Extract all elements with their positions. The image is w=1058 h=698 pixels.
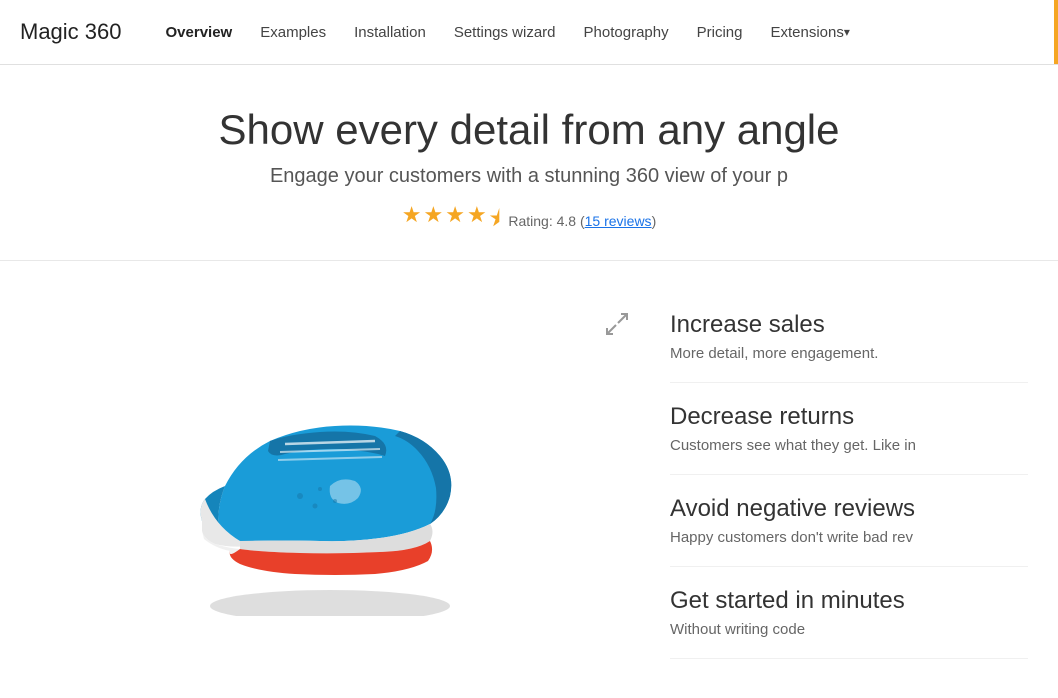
star-half: ⯨	[489, 202, 501, 240]
feature-avoid-reviews: Avoid negative reviews Happy customers d…	[670, 475, 1028, 567]
feature-desc-4: Without writing code	[670, 621, 1028, 638]
feature-desc-3: Happy customers don't write bad rev	[670, 529, 1028, 546]
feature-title-3: Avoid negative reviews	[670, 495, 1028, 523]
star-4: ★	[467, 202, 487, 240]
feature-title-2: Decrease returns	[670, 403, 1028, 431]
nav-overview[interactable]: Overview	[152, 0, 247, 65]
reviews-link[interactable]: 15 reviews	[585, 213, 652, 229]
features-area: Increase sales More detail, more engagem…	[660, 291, 1058, 681]
header: Magic 360 Overview Examples Installation…	[0, 0, 1058, 65]
nav-extensions[interactable]: Extensions	[756, 0, 863, 65]
hero-subtitle: Engage your customers with a stunning 36…	[20, 165, 1038, 188]
hero-title: Show every detail from any angle	[20, 105, 1038, 155]
rating-row: ★ ★ ★ ★ ⯨ Rating: 4.8 (15 reviews)	[20, 202, 1038, 240]
feature-title-1: Increase sales	[670, 311, 1028, 339]
feature-increase-sales: Increase sales More detail, more engagem…	[670, 301, 1028, 383]
main-nav: Overview Examples Installation Settings …	[152, 0, 864, 65]
logo[interactable]: Magic 360	[20, 19, 122, 45]
nav-settings-wizard[interactable]: Settings wizard	[440, 0, 570, 65]
feature-get-started: Get started in minutes Without writing c…	[670, 567, 1028, 659]
product-image	[160, 346, 500, 626]
hero-section: Show every detail from any angle Engage …	[0, 65, 1058, 261]
nav-pricing[interactable]: Pricing	[683, 0, 757, 65]
star-3: ★	[445, 202, 465, 240]
feature-desc-1: More detail, more engagement.	[670, 345, 1028, 362]
nav-photography[interactable]: Photography	[570, 0, 683, 65]
nav-installation[interactable]: Installation	[340, 0, 440, 65]
expand-icon[interactable]	[604, 311, 630, 343]
product-area	[0, 291, 660, 681]
stars: ★ ★ ★ ★ ⯨	[402, 202, 501, 240]
rating-label: Rating: 4.8 (15 reviews)	[508, 213, 656, 229]
main-content: Increase sales More detail, more engagem…	[0, 261, 1058, 681]
feature-title-4: Get started in minutes	[670, 587, 1028, 615]
feature-decrease-returns: Decrease returns Customers see what they…	[670, 383, 1028, 475]
feature-desc-2: Customers see what they get. Like in	[670, 437, 1028, 454]
nav-examples[interactable]: Examples	[246, 0, 340, 65]
star-1: ★	[402, 202, 422, 240]
star-2: ★	[423, 202, 443, 240]
